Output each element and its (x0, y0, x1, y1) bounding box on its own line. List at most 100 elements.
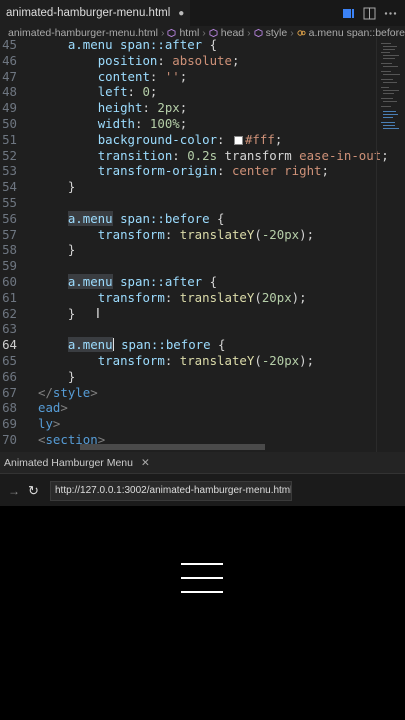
code-token: ; (179, 115, 188, 131)
code-token: : (127, 84, 143, 100)
hamburger-menu-icon[interactable] (181, 563, 223, 593)
source-control-icon[interactable] (342, 7, 355, 20)
code-line[interactable]: 60 a.menu span::after { (0, 273, 372, 290)
code-token: height (97, 100, 143, 116)
line-number: 61 (2, 289, 17, 305)
reload-icon[interactable]: ↻ (28, 483, 46, 499)
code-editor[interactable]: animated-hamburger-menu.html ● animated-… (0, 0, 405, 452)
code-line[interactable]: 54 } (0, 179, 372, 195)
close-icon[interactable]: ✕ (141, 457, 150, 469)
more-actions-icon[interactable] (384, 7, 397, 20)
code-line[interactable]: 67 </style> (0, 385, 372, 401)
editor-tabbar: animated-hamburger-menu.html ● (0, 0, 405, 26)
code-token: { (202, 273, 218, 289)
line-number: 64 (2, 337, 17, 353)
code-token: > (90, 384, 98, 400)
code-token: a.menu span::after (67, 37, 203, 52)
code-text: ead> (17, 400, 68, 416)
line-number: 51 (2, 131, 17, 147)
code-line[interactable]: 45 a.menu span::after { (0, 37, 372, 53)
code-line[interactable]: 47 content: ''; (0, 69, 372, 85)
line-number: 70 (2, 431, 17, 447)
code-token: span::after (112, 273, 203, 289)
code-line[interactable]: 58 } (0, 242, 372, 258)
code-text: transform: translateY(-20px); (17, 353, 314, 369)
close-icon[interactable]: ● (178, 8, 184, 19)
code-line[interactable]: 48 left: 0; (0, 84, 372, 100)
code-token: ; (179, 68, 188, 84)
horizontal-scrollbar[interactable] (80, 444, 265, 450)
code-line[interactable]: 61 transform: translateY(20px); (0, 290, 372, 306)
split-editor-icon[interactable] (363, 7, 376, 20)
code-text: position: absolute; (17, 52, 240, 69)
editor-tab[interactable]: animated-hamburger-menu.html ● (0, 0, 191, 26)
code-line[interactable]: 55 (0, 195, 372, 211)
address-bar-row: → ↻ http://127.0.0.1:3002/animated-hambu… (0, 476, 405, 506)
code-token: </ (38, 384, 53, 400)
code-token: : (164, 289, 180, 305)
code-line[interactable]: 66 } (0, 369, 372, 385)
code-token: ly (38, 416, 53, 432)
code-token: : (164, 226, 180, 242)
code-token: : (135, 115, 150, 131)
code-text: transition: 0.2s transform ease-in-out; (17, 148, 389, 164)
url-input[interactable]: http://127.0.0.1:3002/animated-hamburger… (50, 481, 292, 501)
code-line[interactable]: 59 (0, 258, 372, 274)
color-swatch-icon[interactable] (233, 135, 243, 145)
code-line[interactable]: 69 ly> (0, 416, 372, 432)
code-line[interactable]: 68 ead> (0, 400, 372, 416)
code-line[interactable]: 49 height: 2px; (0, 100, 372, 116)
code-text: transform-origin: center right; (17, 163, 329, 179)
code-token: ); (299, 352, 315, 368)
code-line[interactable]: 64 a.menu span::before { (0, 337, 372, 353)
code-token: -20px (261, 226, 300, 242)
code-area[interactable]: 45 a.menu span::after {46 position: abso… (0, 37, 389, 452)
forward-arrow-icon[interactable]: → (8, 484, 28, 498)
code-text: a.menu span::before { (17, 210, 225, 227)
code-token: ; (231, 52, 240, 68)
editor-tab-label: animated-hamburger-menu.html (6, 7, 171, 19)
rendered-page (0, 506, 405, 720)
code-token: } (67, 242, 76, 258)
line-number: 62 (2, 305, 17, 321)
code-line[interactable]: 63 (0, 321, 372, 337)
code-line[interactable]: 53 transform-origin: center right; (0, 163, 372, 179)
code-token: ead (38, 400, 61, 416)
code-token: > (60, 400, 68, 416)
code-token: ( (254, 226, 262, 242)
code-text: a.menu span::after { (17, 273, 218, 290)
code-text: a.menu span::before { (17, 337, 226, 353)
minimap[interactable] (376, 37, 405, 452)
code-line[interactable]: 50 width: 100%; (0, 116, 372, 132)
line-number: 49 (2, 100, 17, 116)
line-number: 45 (2, 37, 17, 52)
code-text: height: 2px; (17, 100, 188, 116)
line-number: 56 (2, 210, 17, 226)
code-token: ease-in-out (299, 147, 382, 163)
code-line[interactable]: 56 a.menu span::before { (0, 210, 372, 227)
code-token: 100% (149, 115, 180, 131)
code-text: </style> (17, 385, 98, 401)
code-line[interactable]: 51 background-color: #fff; (0, 132, 372, 148)
code-line[interactable]: 46 position: absolute; (0, 53, 372, 69)
code-text: content: ''; (17, 68, 188, 85)
code-token: ); (299, 226, 315, 242)
code-line[interactable]: 52 transition: 0.2s transform ease-in-ou… (0, 148, 389, 164)
code-token: width (97, 115, 135, 131)
code-token: { (210, 337, 226, 353)
line-number: 48 (2, 84, 17, 100)
code-line[interactable]: 65 transform: translateY(-20px); (0, 353, 372, 369)
browser-tab[interactable]: Animated Hamburger Menu ✕ (0, 452, 405, 474)
line-number: 59 (2, 258, 17, 274)
code-line[interactable]: 62 } (0, 306, 372, 322)
code-token: } (67, 368, 76, 384)
code-line[interactable]: 57 transform: translateY(-20px); (0, 227, 372, 243)
